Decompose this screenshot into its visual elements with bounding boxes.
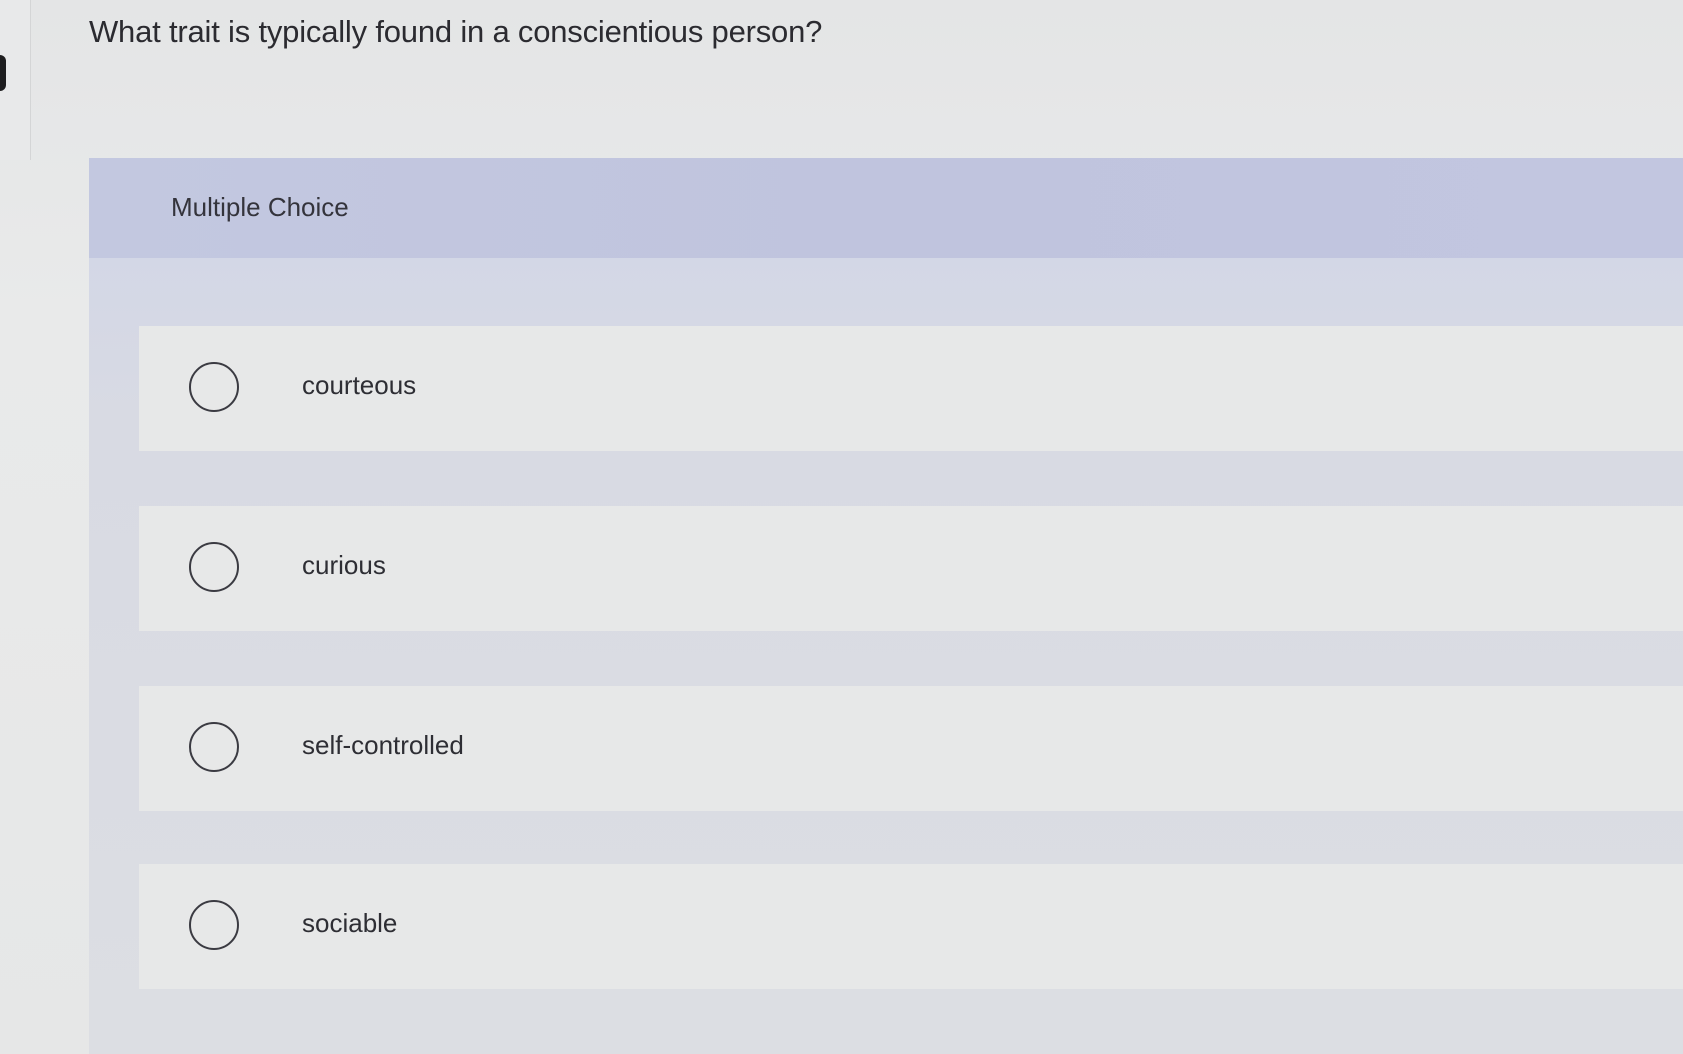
choice-option[interactable]: sociable [139, 864, 1683, 989]
radio-unselected-icon[interactable] [189, 900, 239, 950]
choice-label: self-controlled [302, 730, 464, 760]
question-text: What trait is typically found in a consc… [89, 14, 823, 49]
choice-option[interactable]: courteous [139, 326, 1683, 451]
question-type-header: Multiple Choice [89, 158, 1683, 258]
choice-option[interactable]: curious [139, 506, 1683, 631]
choice-option[interactable]: self-controlled [139, 686, 1683, 811]
panel-marker [0, 55, 6, 91]
choice-label: curious [302, 550, 386, 580]
choice-label: courteous [302, 370, 417, 400]
choice-label: sociable [302, 908, 398, 938]
radio-unselected-icon[interactable] [189, 542, 239, 592]
left-panel-edge [0, 0, 31, 160]
question-type-label: Multiple Choice [171, 192, 349, 222]
radio-unselected-icon[interactable] [189, 722, 239, 772]
choices-list: courteous curious self-controlled sociab… [89, 258, 1683, 1054]
radio-unselected-icon[interactable] [189, 362, 239, 412]
